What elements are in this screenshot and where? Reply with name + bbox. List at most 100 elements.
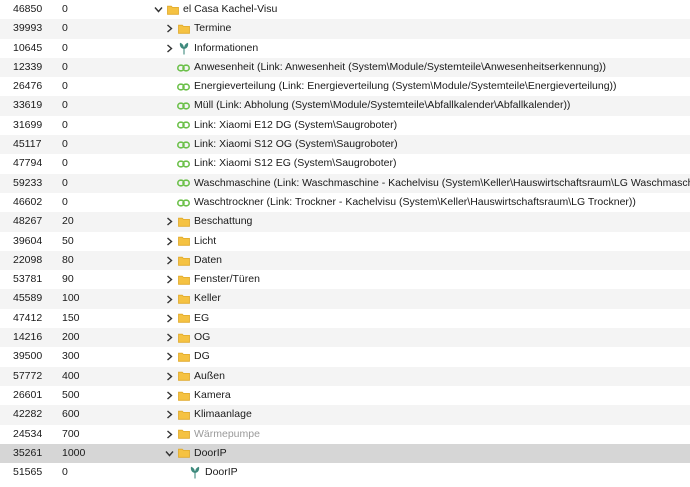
link-icon [177,174,190,193]
object-position: 400 [62,369,80,382]
chevron-right-icon[interactable] [164,405,174,424]
chevron-right-icon[interactable] [164,251,174,270]
folder-icon [177,386,190,405]
tree-row[interactable]: 26601 500 Kamera [0,385,690,406]
tree-node: Termine [164,19,231,38]
object-name[interactable]: Link: Xiaomi E12 DG (System\Saugroboter) [194,116,397,135]
tree-row[interactable]: 35261 1000 DoorIP [0,443,690,464]
chevron-right-icon[interactable] [164,367,174,386]
object-name[interactable]: Kamera [194,386,231,405]
folder-icon [177,212,190,231]
object-name[interactable]: DG [194,347,210,366]
folder-icon [177,289,190,308]
chevron-right-icon[interactable] [164,425,174,444]
object-position: 90 [62,273,74,286]
chevron-right-icon[interactable] [164,39,174,58]
tree-row[interactable]: 57772 400 Außen [0,366,690,386]
object-position: 50 [62,234,74,247]
object-id: 22098 [13,253,43,266]
tree-row[interactable]: 24534 700 Wärmepumpe [0,424,690,444]
object-name[interactable]: Müll (Link: Abholung (System\Module/Syst… [194,96,570,115]
chevron-right-icon[interactable] [164,386,174,405]
tree-row[interactable]: 39604 50 Licht [0,231,690,251]
object-position: 1000 [62,446,86,459]
object-position: 0 [62,176,68,189]
object-name[interactable]: Klimaanlage [194,405,252,424]
object-name[interactable]: el Casa Kachel-Visu [183,0,277,19]
chevron-right-icon[interactable] [164,19,174,38]
object-name[interactable]: Fenster/Türen [194,270,260,289]
object-id: 12339 [13,60,43,73]
object-name[interactable]: Licht [194,232,216,251]
object-name[interactable]: OG [194,328,210,347]
tree-node: Anwesenheit (Link: Anwesenheit (System\M… [164,58,606,77]
chevron-right-icon[interactable] [164,309,174,328]
tree-row[interactable]: 42282 600 Klimaanlage [0,405,690,425]
object-position: 0 [62,22,68,35]
tree-node: Wärmepumpe [164,425,260,444]
chevron-right-icon[interactable] [164,347,174,366]
tree-row[interactable]: 10645 0 Informationen [0,38,690,58]
folder-icon [177,444,190,463]
tree-row[interactable]: 48267 20 Beschattung [0,212,690,232]
tree-node: Beschattung [164,212,252,231]
chevron-down-icon[interactable] [164,444,174,463]
chevron-right-icon[interactable] [164,328,174,347]
tree-row[interactable]: 51565 0 DoorIP [0,463,690,483]
tree-row[interactable]: 46602 0 Waschtrockner (Link: Trockner - Ka… [0,192,690,213]
tree-row[interactable]: 12339 0 Anwesenheit (Link: Anwesenheit (Sy… [0,57,690,78]
tree-row[interactable]: 39993 0 Termine [0,19,690,39]
object-name[interactable]: Keller [194,289,221,308]
object-id: 39500 [13,350,43,363]
object-id: 31699 [13,118,43,131]
object-name[interactable]: Wärmepumpe [194,425,260,444]
object-name[interactable]: Termine [194,19,231,38]
tree-row[interactable]: 31699 0 Link: Xiaomi E12 DG (System\Saugro… [0,115,690,136]
chevron-right-icon[interactable] [164,289,174,308]
object-position: 100 [62,292,80,305]
tree-row[interactable]: 22098 80 Daten [0,250,690,271]
object-name[interactable]: EG [194,309,209,328]
object-id: 42282 [13,408,43,421]
tree-row[interactable]: 33619 0 Müll (Link: Abholung (System\Modul… [0,96,690,116]
object-position: 0 [62,60,68,73]
object-id: 33619 [13,99,43,112]
object-name[interactable]: Energieverteilung (Link: Energieverteilu… [194,77,617,96]
tree-row[interactable]: 59233 0 Waschmaschine (Link: Waschmaschine… [0,173,690,193]
object-name[interactable]: Link: Xiaomi S12 EG (System\Saugroboter) [194,154,397,173]
object-name[interactable]: Informationen [194,39,258,58]
object-name[interactable]: Beschattung [194,212,252,231]
tree-node: OG [164,328,210,347]
tree-node: Keller [164,289,221,308]
object-name[interactable]: Außen [194,367,225,386]
folder-icon [177,405,190,424]
tree-node: Fenster/Türen [164,270,260,289]
chevron-right-icon[interactable] [164,212,174,231]
tree-row[interactable]: 45589 100 Keller [0,289,690,309]
chevron-right-icon[interactable] [164,232,174,251]
tree-row[interactable]: 45117 0 Link: Xiaomi S12 OG (System\Saugro… [0,135,690,155]
object-position: 0 [62,80,68,93]
tree-row[interactable]: 14216 200 OG [0,328,690,348]
object-id: 24534 [13,427,43,440]
chevron-down-icon[interactable] [153,0,163,19]
object-name[interactable]: Daten [194,251,222,270]
object-position: 600 [62,408,80,421]
tree-row[interactable]: 46850 0 el Casa Kachel-Visu [0,0,690,20]
object-position: 300 [62,350,80,363]
tree-node: Link: Xiaomi S12 OG (System\Saugroboter) [164,135,398,154]
chevron-right-icon[interactable] [164,270,174,289]
folder-icon [177,367,190,386]
object-name[interactable]: Waschtrockner (Link: Trockner - Kachelvi… [194,193,636,212]
object-name[interactable]: Link: Xiaomi S12 OG (System\Saugroboter) [194,135,398,154]
tree-node: Daten [164,251,222,270]
tree-row[interactable]: 26476 0 Energieverteilung (Link: Energieve… [0,77,690,97]
object-name[interactable]: DoorIP [205,463,238,482]
tree-row[interactable]: 53781 90 Fenster/Türen [0,270,690,290]
object-name[interactable]: Anwesenheit (Link: Anwesenheit (System\M… [194,58,606,77]
tree-row[interactable]: 47794 0 Link: Xiaomi S12 EG (System\Saugro… [0,154,690,174]
tree-row[interactable]: 47412 150 EG [0,308,690,329]
object-name[interactable]: Waschmaschine (Link: Waschmaschine - Kac… [194,174,690,193]
tree-row[interactable]: 39500 300 DG [0,347,690,367]
object-name[interactable]: DoorIP [194,444,227,463]
